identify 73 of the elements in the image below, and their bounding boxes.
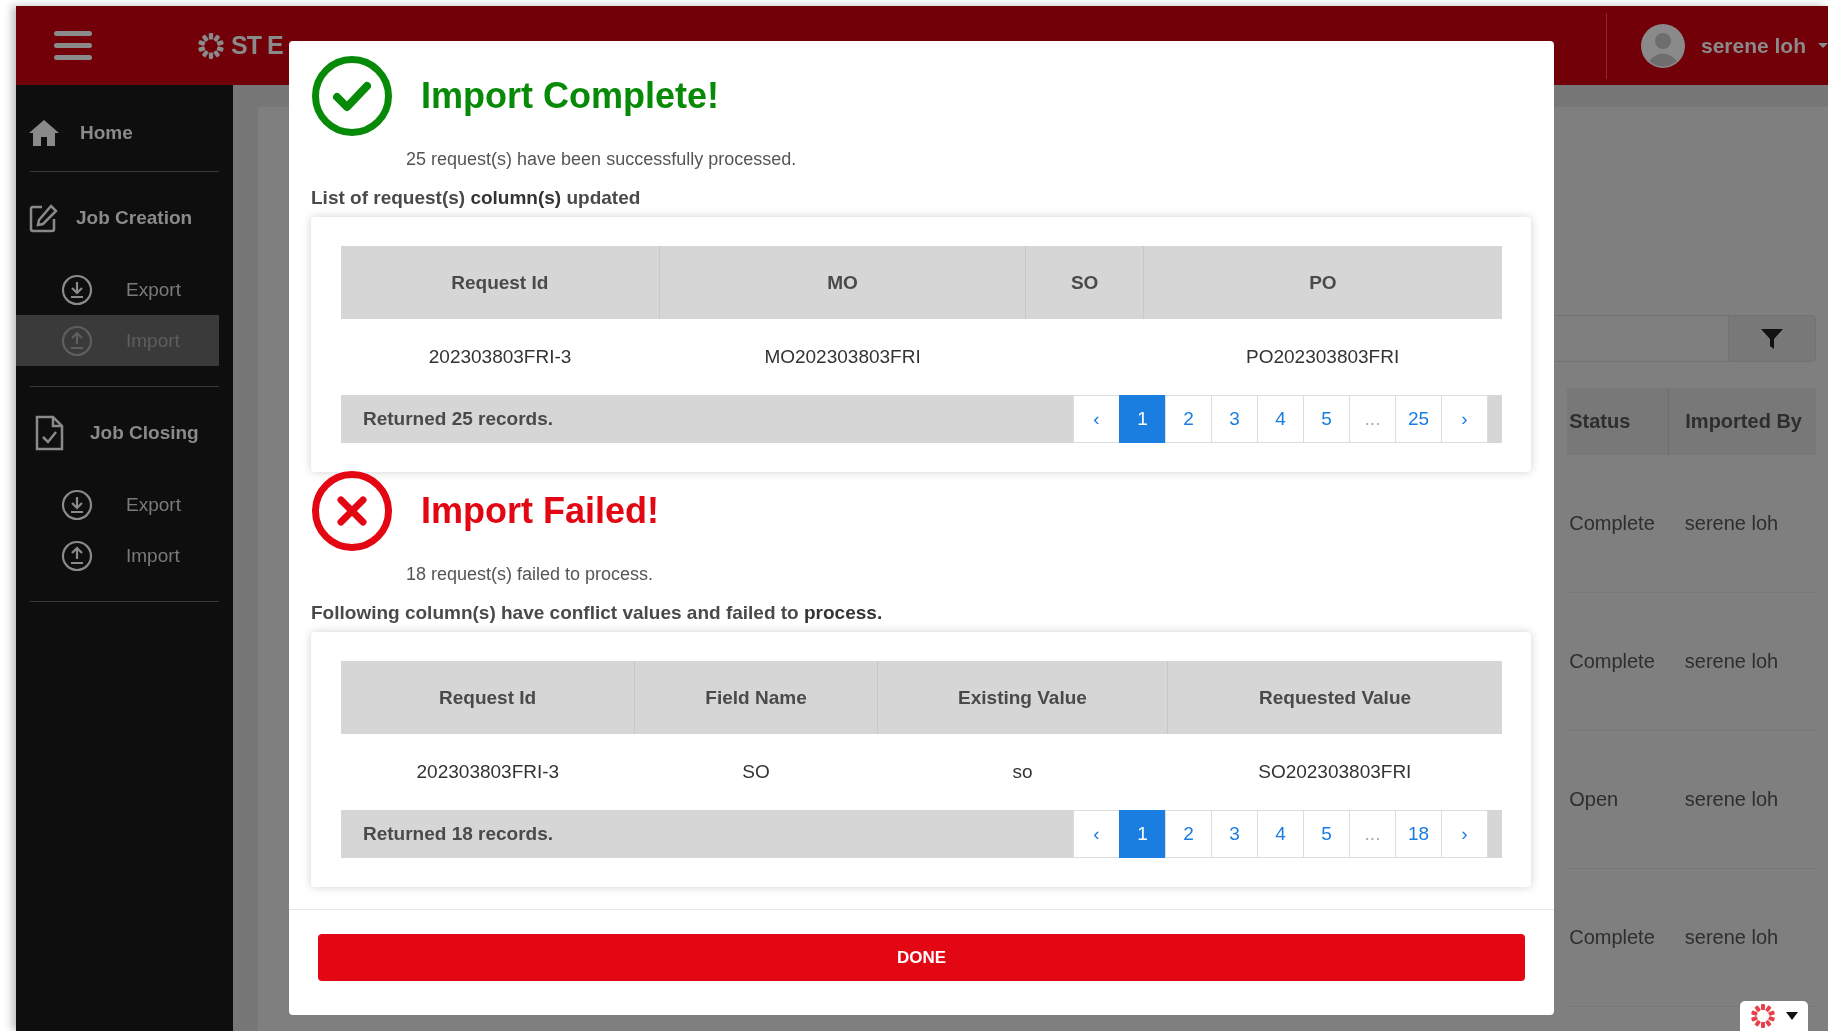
table-cell: serene loh <box>1668 592 1816 731</box>
table-cell: 202303803FRI-3 <box>341 319 660 395</box>
avatar-icon[interactable] <box>1640 23 1685 68</box>
page-button[interactable]: 3 <box>1211 395 1258 443</box>
check-circle-icon <box>311 55 393 137</box>
download-icon <box>61 273 93 306</box>
edit-icon <box>28 203 58 233</box>
table-cell: MO202303803FRI <box>659 319 1026 395</box>
page-button[interactable]: 25 <box>1395 395 1442 443</box>
page-button[interactable]: 5 <box>1303 395 1350 443</box>
column-header: SO <box>1026 246 1144 319</box>
table-cell: SO <box>634 734 878 810</box>
sidebar-item[interactable]: Job Creation <box>16 172 233 264</box>
column-header: Requested Value <box>1167 661 1502 734</box>
table-cell: Open <box>1567 730 1669 869</box>
page-button[interactable]: 5 <box>1303 810 1350 858</box>
column-header: Request Id <box>341 661 635 734</box>
sidebar-item[interactable]: Job Closing <box>16 387 233 479</box>
page-button[interactable]: ... <box>1349 395 1396 443</box>
result-message: 25 request(s) have been successfully processed. <box>406 149 798 170</box>
table-cell: 202303803FRI-3 <box>341 734 635 810</box>
column-header: Imported By <box>1668 388 1816 455</box>
column-header: Field Name <box>634 661 878 734</box>
sidebar-subitem[interactable]: Export <box>16 479 219 530</box>
column-header: Status <box>1567 388 1669 455</box>
home-icon <box>28 119 60 147</box>
menu-button[interactable] <box>54 31 92 60</box>
table-cell: so <box>877 734 1168 810</box>
filter-icon <box>1761 328 1783 349</box>
table-cell: Complete <box>1567 455 1669 593</box>
download-icon <box>61 488 93 521</box>
brand-name: ST E <box>231 31 283 60</box>
column-header: Existing Value <box>877 661 1168 734</box>
error-circle-icon <box>311 470 393 552</box>
upload-icon <box>61 324 93 357</box>
record-count: Returned 25 records. <box>363 408 554 430</box>
user-name[interactable]: serene loh <box>1700 33 1806 58</box>
table-cell: PO202303803FRI <box>1143 319 1502 395</box>
record-count: Returned 18 records. <box>363 823 554 845</box>
caret-icon[interactable] <box>1818 43 1828 48</box>
page-button[interactable]: 3 <box>1211 810 1258 858</box>
page-button[interactable]: 2 <box>1165 395 1212 443</box>
logo-icon <box>197 31 225 60</box>
done-button[interactable]: DONE <box>318 934 1525 981</box>
widget-button[interactable] <box>1740 1001 1808 1031</box>
table-cell: serene loh <box>1668 455 1816 593</box>
sidebar-item[interactable]: Home <box>16 95 233 171</box>
page-button[interactable]: 18 <box>1395 810 1442 858</box>
column-header: Request Id <box>341 246 660 319</box>
table-caption: Following column(s) have conflict values and failed to process. <box>311 602 884 624</box>
logo-icon <box>1750 1003 1776 1029</box>
page-button[interactable]: 1 <box>1119 810 1166 858</box>
page-button[interactable]: 4 <box>1257 395 1304 443</box>
table-cell: serene loh <box>1668 730 1816 869</box>
result-title: Import Failed! <box>421 490 659 532</box>
filter-button[interactable] <box>1728 315 1816 362</box>
result-message: 18 request(s) failed to process. <box>406 564 655 585</box>
page-button[interactable]: 2 <box>1165 810 1212 858</box>
table-cell: Complete <box>1567 592 1669 731</box>
table-cell: Complete <box>1567 868 1669 1007</box>
table-caption: List of request(s) column(s) updated <box>311 187 642 209</box>
page-button[interactable]: 4 <box>1257 810 1304 858</box>
page-button[interactable]: ... <box>1349 810 1396 858</box>
sidebar-subitem[interactable]: Import <box>16 530 219 581</box>
caret-icon <box>1786 1012 1798 1020</box>
page-button[interactable]: 1 <box>1119 395 1166 443</box>
sidebar-subitem[interactable]: Export <box>16 264 219 315</box>
column-header: MO <box>659 246 1026 319</box>
result-title: Import Complete! <box>421 75 719 117</box>
table-cell: SO202303803FRI <box>1167 734 1502 810</box>
upload-icon <box>61 539 93 572</box>
column-header: PO <box>1143 246 1502 319</box>
document-check-icon <box>34 415 64 451</box>
